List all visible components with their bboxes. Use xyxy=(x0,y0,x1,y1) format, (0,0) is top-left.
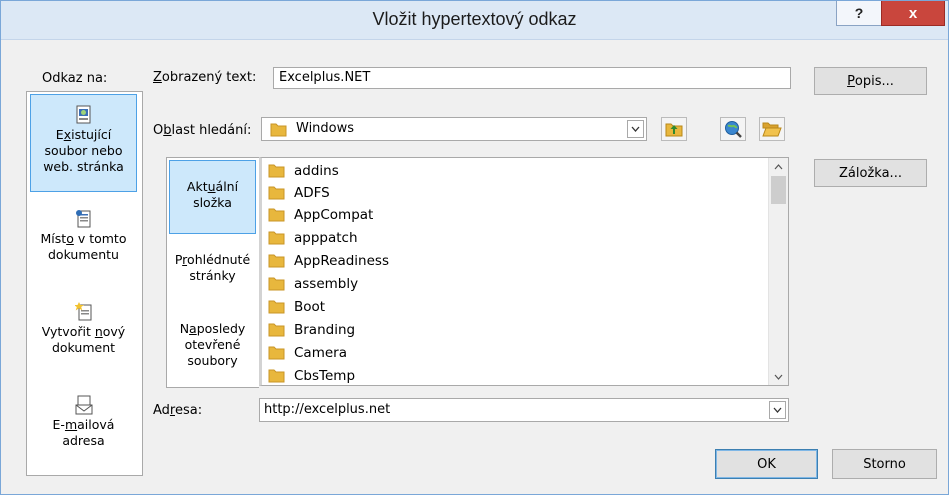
folder-icon xyxy=(268,277,285,291)
nav-create-new-document[interactable]: Vytvořit nový dokument xyxy=(30,302,137,356)
display-text-input[interactable]: Excelplus.NET xyxy=(273,67,791,89)
chevron-down-icon xyxy=(774,374,783,380)
list-item[interactable]: AppCompat xyxy=(268,204,373,226)
folder-icon xyxy=(270,123,287,137)
nav-existing-file[interactable]: Existující soubor nebo web. stránka xyxy=(30,94,137,192)
scroll-up-button[interactable] xyxy=(769,158,788,175)
folder-icon xyxy=(268,254,285,268)
help-button[interactable]: ? xyxy=(836,1,882,26)
browse-tabs: Aktuální složka Prohlédnuté stránky Napo… xyxy=(166,157,259,388)
folder-icon xyxy=(268,164,285,178)
folder-icon xyxy=(268,346,285,360)
nav-place-in-document[interactable]: Místo v tomto dokumentu xyxy=(30,209,137,263)
list-item[interactable]: ADFS xyxy=(268,182,330,204)
address-input[interactable]: http://excelplus.net xyxy=(264,402,390,417)
chevron-up-icon xyxy=(774,163,783,169)
folder-icon xyxy=(268,369,285,383)
list-item[interactable]: assembly xyxy=(268,273,358,295)
list-item[interactable]: addins xyxy=(268,160,339,182)
chevron-down-icon xyxy=(631,126,640,132)
chevron-down-icon xyxy=(773,407,782,413)
folder-icon xyxy=(268,186,285,200)
scroll-thumb[interactable] xyxy=(771,176,786,204)
folder-icon xyxy=(268,323,285,337)
address-label: Adresa: xyxy=(153,403,203,418)
place-in-document-icon xyxy=(75,210,90,228)
folder-icon xyxy=(268,300,285,314)
folder-icon xyxy=(268,231,285,245)
look-in-value: Windows xyxy=(296,121,355,136)
link-to-label: Odkaz na: xyxy=(42,71,108,86)
dialog-title: Vložit hypertextový odkaz xyxy=(372,9,577,29)
new-document-icon xyxy=(74,302,91,321)
screentip-button[interactable]: Popis... xyxy=(814,67,927,95)
address-dropdown-arrow[interactable] xyxy=(769,401,786,419)
cancel-button[interactable]: Storno xyxy=(832,449,937,479)
look-in-label: Oblast hledání: xyxy=(153,123,252,138)
list-item[interactable]: Boot xyxy=(268,296,325,318)
address-combo[interactable]: http://excelplus.net xyxy=(259,398,789,422)
title-bar: Vložit hypertextový odkaz ? x xyxy=(1,1,948,40)
look-in-dropdown-arrow[interactable] xyxy=(627,120,644,138)
tab-browsed-pages[interactable]: Prohlédnuté stránky xyxy=(169,252,256,284)
scroll-down-button[interactable] xyxy=(769,368,788,385)
look-in-dropdown[interactable]: Windows xyxy=(261,117,647,141)
display-text-label: Zobrazený text: xyxy=(153,70,257,85)
bookmark-button[interactable]: Záložka... xyxy=(814,159,927,187)
list-item[interactable]: Branding xyxy=(268,319,355,341)
up-one-folder-button[interactable] xyxy=(661,117,687,141)
tab-current-folder[interactable]: Aktuální složka xyxy=(169,160,256,234)
file-list: addins ADFS AppCompat apppatch AppReadin… xyxy=(259,157,789,386)
link-to-panel: Existující soubor nebo web. stránka Míst… xyxy=(26,91,143,476)
list-item[interactable]: CbsTemp xyxy=(268,365,355,387)
browse-web-icon xyxy=(725,121,742,138)
file-list-scrollbar[interactable] xyxy=(768,158,788,385)
close-button[interactable]: x xyxy=(881,1,945,26)
list-item[interactable]: Camera xyxy=(268,342,347,364)
tab-recent-files[interactable]: Naposledy otevřené soubory xyxy=(169,321,256,369)
existing-file-icon xyxy=(76,105,90,124)
browse-web-button[interactable] xyxy=(720,117,746,141)
list-item[interactable]: AppReadiness xyxy=(268,250,389,272)
open-folder-icon xyxy=(762,122,782,137)
email-icon xyxy=(75,395,92,415)
nav-email-address[interactable]: E-mailová adresa xyxy=(30,395,137,449)
browse-file-button[interactable] xyxy=(759,117,785,141)
insert-hyperlink-dialog: Vložit hypertextový odkaz ? x Odkaz na: … xyxy=(0,0,949,495)
folder-up-icon xyxy=(665,123,683,137)
folder-icon xyxy=(268,208,285,222)
ok-button[interactable]: OK xyxy=(715,449,818,479)
list-item[interactable]: apppatch xyxy=(268,227,358,249)
